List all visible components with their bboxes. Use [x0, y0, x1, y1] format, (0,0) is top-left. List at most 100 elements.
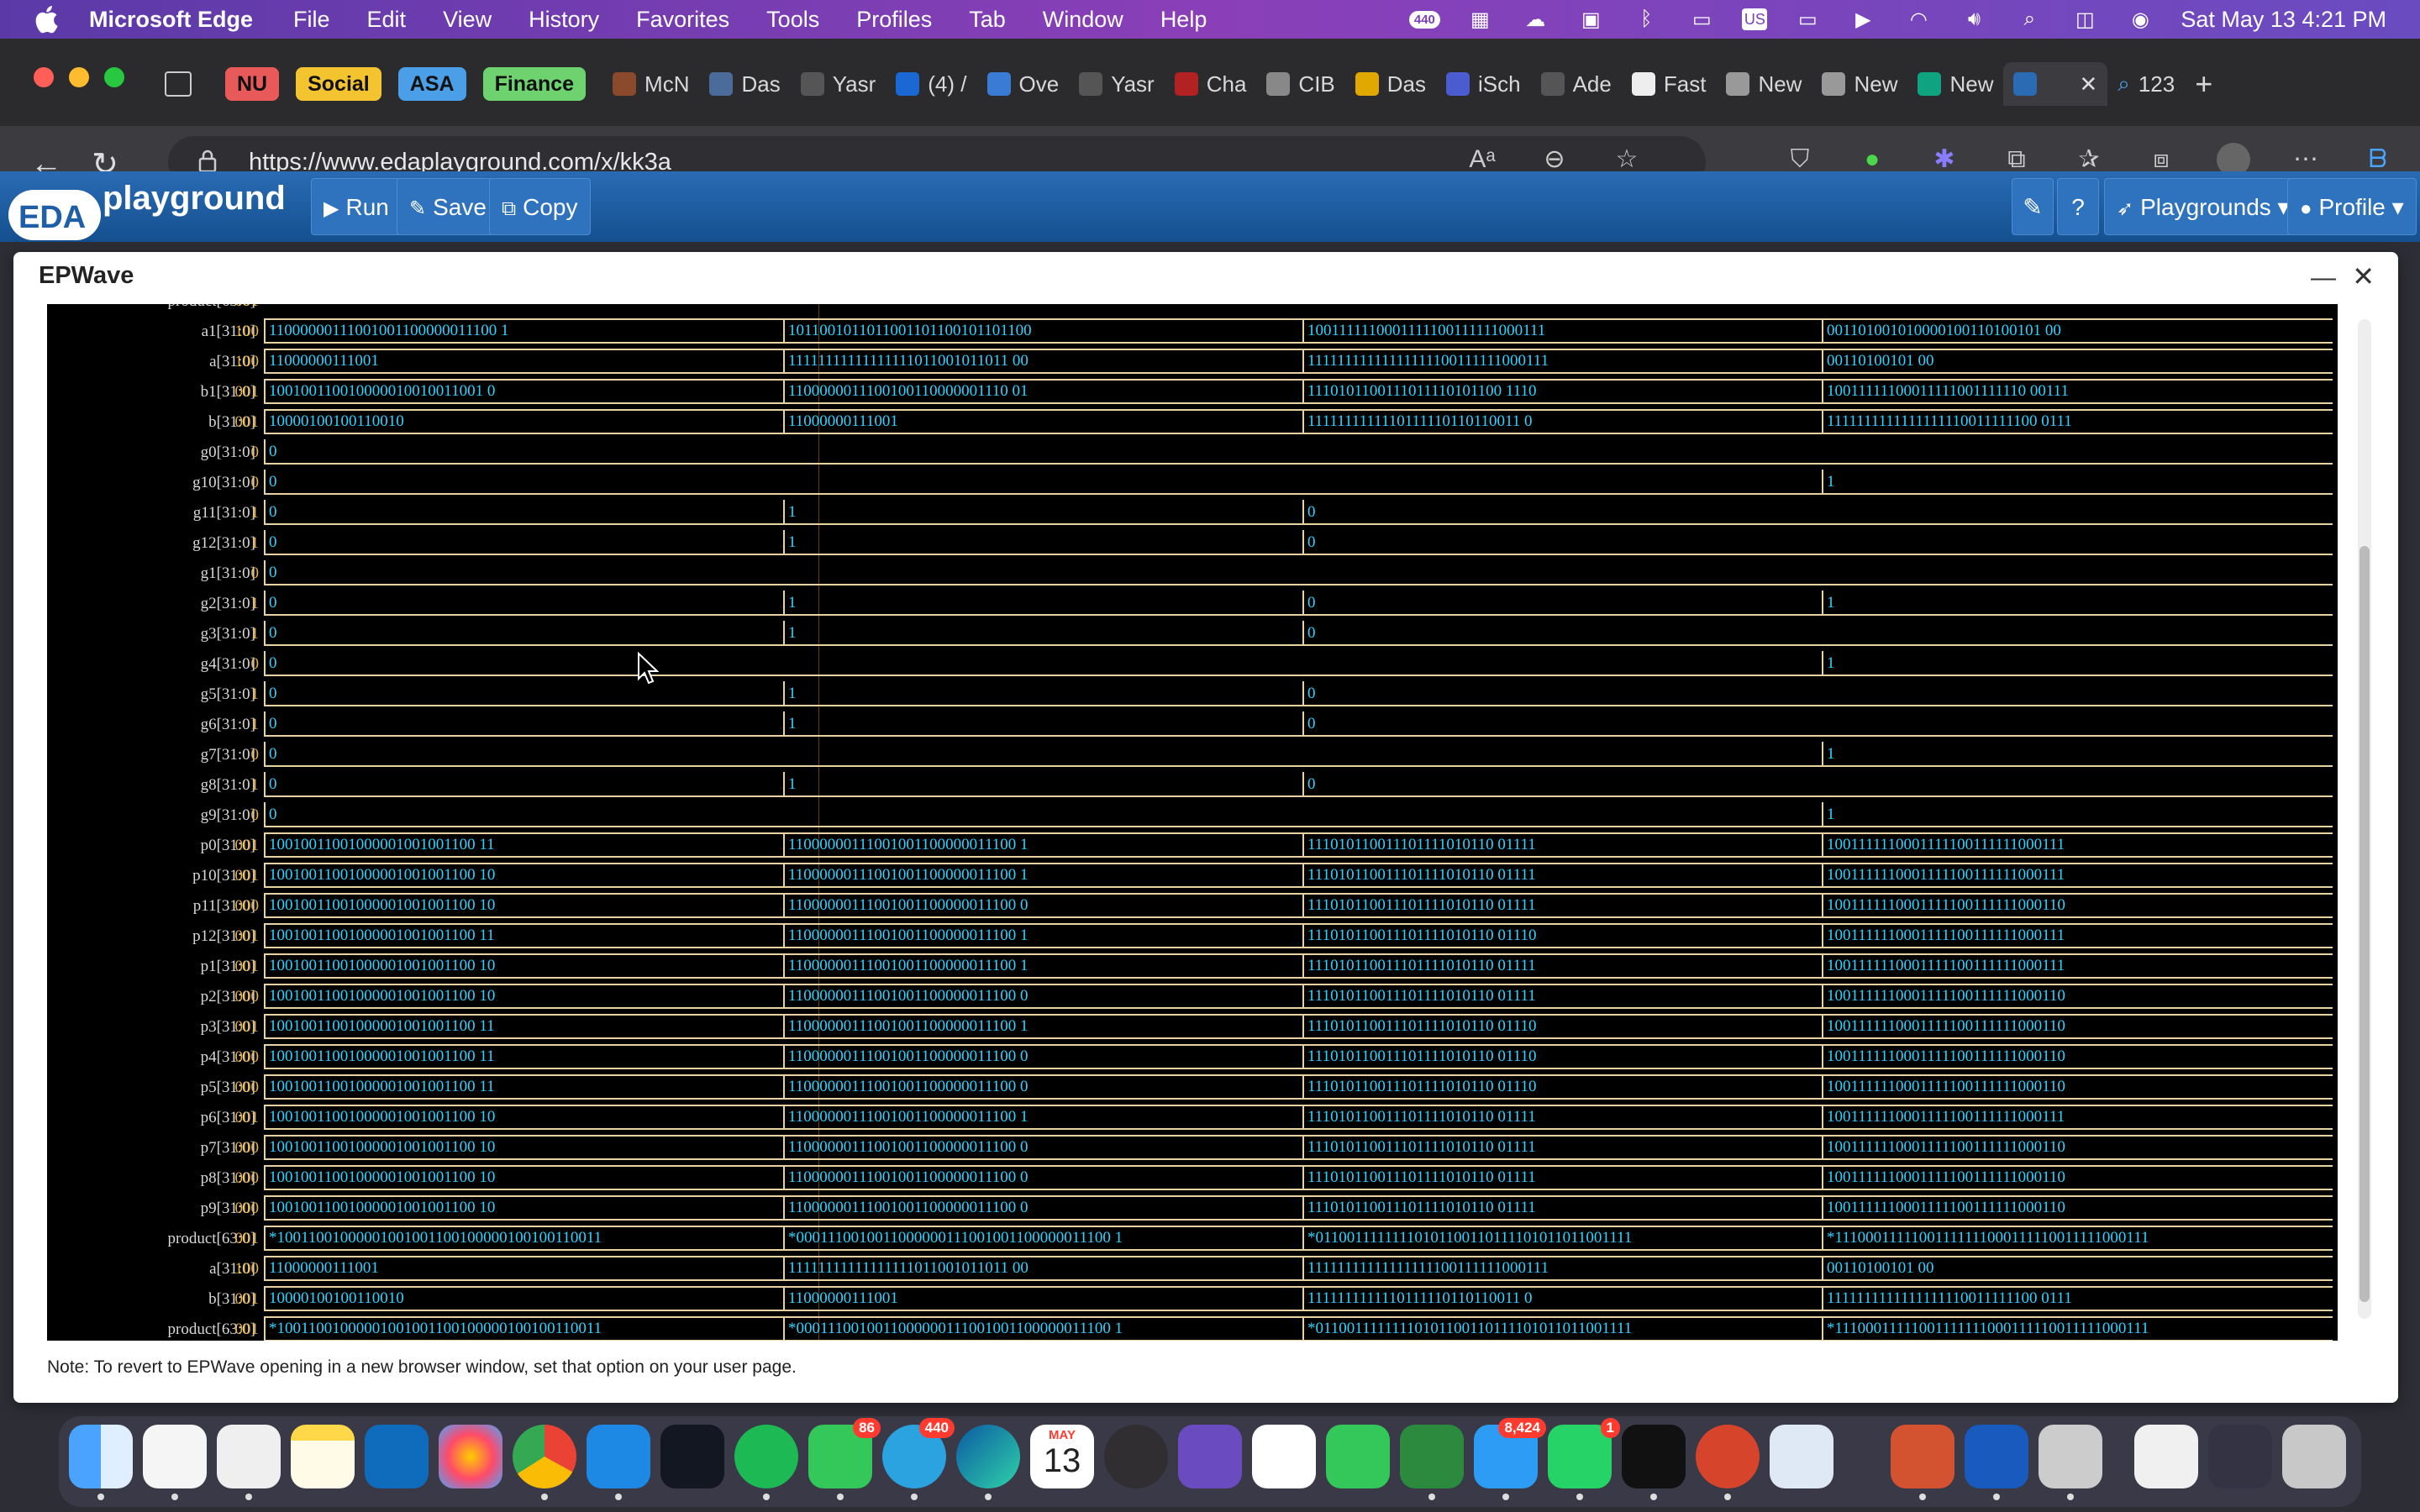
new-tab-button[interactable]: + — [2185, 62, 2223, 106]
menu-tab[interactable]: Tab — [969, 7, 1006, 33]
dock-telegram-icon[interactable]: 440 — [882, 1418, 955, 1500]
control-center-icon[interactable]: ◫ — [2070, 7, 2100, 32]
tab-group-finance[interactable]: Finance — [482, 67, 587, 101]
wave-row[interactable]: p7[31:0] 000 10010011001000001001001100 10… — [47, 1132, 2338, 1163]
dock-recent-file-icon[interactable] — [2134, 1425, 2198, 1488]
window-close-button[interactable] — [34, 67, 54, 87]
dock-word-icon[interactable] — [1965, 1425, 2028, 1500]
dock-disk-utility-icon[interactable] — [2039, 1425, 2102, 1500]
dock-chrome-icon[interactable] — [513, 1425, 576, 1500]
dock-textedit-icon[interactable] — [217, 1425, 281, 1500]
signal-trace[interactable]: 010 — [264, 530, 2333, 555]
play-icon[interactable]: ▶ — [1848, 7, 1878, 32]
browser-tab[interactable]: (4) / — [886, 62, 976, 106]
signal-trace[interactable]: 10010011001000001001001100 10 11000000111… — [264, 1105, 2333, 1130]
volume-icon[interactable]: 🔊︎ — [1959, 7, 1989, 32]
dock-tradingview-icon[interactable] — [660, 1425, 724, 1488]
browser-tab[interactable]: New — [1812, 62, 1907, 106]
wave-row[interactable]: p6[31:0] 001 10010011001000001001001100 10… — [47, 1102, 2338, 1132]
signal-trace[interactable]: 10010011001000001001001100 10 11000000111… — [264, 893, 2333, 918]
browser-tab-active[interactable]: ✕ — [2003, 62, 2108, 106]
wifi-icon[interactable]: ◠ — [1903, 7, 1933, 32]
wave-row[interactable]: b1[31:0] 001 100100110010000010010011001 0… — [47, 376, 2338, 407]
signal-trace[interactable]: 10010011001000001001001100 10 11000000111… — [264, 984, 2333, 1009]
dock-notes-icon[interactable] — [291, 1425, 355, 1488]
browser-tab[interactable]: CIB — [1256, 62, 1344, 106]
wave-row[interactable]: p11[31:0] 000 10010011001000001001001100 1… — [47, 890, 2338, 921]
save-button[interactable]: ✎ Save — [397, 178, 499, 235]
signal-trace[interactable]: 11000000111001 11111111111111111011001011… — [264, 1256, 2333, 1281]
signal-trace[interactable]: 010 — [264, 772, 2333, 797]
menu-view[interactable]: View — [443, 7, 492, 33]
vpn-icon[interactable]: ▣ — [1576, 7, 1606, 32]
wave-row[interactable]: b[31:0] 001 10000100100110010 1100000011100… — [47, 407, 2338, 437]
signal-trace[interactable]: 010 — [264, 711, 2333, 737]
browser-tab[interactable]: Yasr — [791, 62, 886, 106]
signal-trace[interactable]: *100110010000010010011001000001001001100… — [264, 1316, 2333, 1341]
dock-reminders-icon[interactable] — [143, 1425, 207, 1500]
edit-profile-button[interactable]: ✎ — [2012, 178, 2054, 235]
tab-group-nu[interactable]: NU — [225, 67, 280, 101]
wave-row[interactable]: g2[31:0] 1 0 1 0 1 — [47, 588, 2338, 618]
browser-tab[interactable]: iSch — [1436, 62, 1531, 106]
wave-row[interactable]: product[63:0] 001 *10011001000001001001100… — [47, 1314, 2338, 1341]
signal-trace[interactable]: 01 — [264, 470, 2333, 495]
dock-activity-monitor-icon[interactable] — [1622, 1425, 1686, 1500]
dock-trash-icon[interactable] — [2282, 1425, 2346, 1488]
minimize-icon[interactable]: — — [2311, 264, 2336, 292]
wave-row[interactable]: p5[31:0] 000 10010011001000001001001100 11… — [47, 1072, 2338, 1102]
wave-row[interactable]: g0[31:0] 0 0 — [47, 437, 2338, 467]
keyboard-us-icon[interactable]: US — [1742, 8, 1768, 30]
dock-capcut-icon[interactable] — [1252, 1425, 1316, 1488]
signal-trace[interactable]: 10000100100110010 11000000111001 111111111… — [264, 1286, 2333, 1311]
copy-button[interactable]: ⧉ Copy — [489, 178, 591, 235]
browser-tab[interactable]: Das — [699, 62, 790, 106]
tab-group-asa[interactable]: ASA — [397, 67, 466, 101]
spotlight-search-icon[interactable]: ⌕ — [2014, 7, 2044, 32]
browser-tab[interactable]: Cha — [1165, 62, 1257, 106]
signal-trace[interactable]: 010 — [264, 681, 2333, 706]
browser-tab[interactable]: ⌕ 123 — [2107, 62, 2185, 106]
browser-tab[interactable]: New — [1907, 62, 2003, 106]
browser-tab[interactable]: Yasr — [1069, 62, 1165, 106]
wave-row[interactable]: g7[31:0] 0 0 1 — [47, 739, 2338, 769]
menu-window[interactable]: Window — [1043, 7, 1123, 33]
wave-row[interactable]: p0[31:0] 001 10010011001000001001001100 11… — [47, 830, 2338, 860]
wave-row[interactable]: g6[31:0] 1 0 1 0 — [47, 709, 2338, 739]
close-icon[interactable]: ✕ — [2352, 260, 2375, 292]
wave-row[interactable]: g12[31:0] 1 0 1 0 — [47, 528, 2338, 558]
signal-trace[interactable]: 10010011001000001001001100 11 11000000111… — [264, 1044, 2333, 1069]
dock-spotify-icon[interactable] — [734, 1425, 798, 1500]
dock-obs-icon[interactable] — [1104, 1425, 1168, 1488]
lock-icon[interactable] — [198, 150, 217, 173]
signal-trace[interactable]: 11000000111001001100000011100 1 101100101… — [264, 318, 2333, 344]
menu-tools[interactable]: Tools — [766, 7, 819, 33]
menu-history[interactable]: History — [529, 7, 599, 33]
wave-row[interactable]: g5[31:0] 1 0 1 0 — [47, 679, 2338, 709]
eda-playground-logo[interactable]: EDA playground — [8, 175, 286, 240]
browser-tab[interactable]: Ade — [1531, 62, 1622, 106]
help-button[interactable]: ? — [2057, 178, 2099, 235]
signal-trace[interactable]: 10010011001000001001001100 10 11000000111… — [264, 1165, 2333, 1190]
dock-edge-icon[interactable] — [956, 1425, 1020, 1500]
wave-row[interactable]: a[31:0] 100 11000000111001 1111111111111111… — [47, 346, 2338, 376]
signal-trace[interactable]: 01 — [264, 742, 2333, 767]
waveform-viewer[interactable]: product[63:0]001a1[31:0]1001100000011100… — [47, 304, 2338, 1341]
wave-row[interactable]: g10[31:0] 0 0 1 — [47, 467, 2338, 497]
browser-tab[interactable]: New — [1716, 62, 1812, 106]
cloud-icon[interactable]: ☁ — [1520, 7, 1550, 32]
signal-trace[interactable]: 10010011001000001001001100 11 11000000111… — [264, 923, 2333, 948]
menu-favorites[interactable]: Favorites — [636, 7, 729, 33]
wave-row[interactable]: p3[31:0] 001 10010011001000001001001100 11… — [47, 1011, 2338, 1042]
wave-row[interactable]: p1[31:0] 001 10010011001000001001001100 10… — [47, 951, 2338, 981]
browser-tab[interactable]: Das — [1345, 62, 1436, 106]
dock-finder-icon[interactable] — [69, 1425, 133, 1500]
menu-help[interactable]: Help — [1160, 7, 1207, 33]
wave-row[interactable]: p9[31:0] 000 10010011001000001001001100 10… — [47, 1193, 2338, 1223]
display-icon[interactable]: ▭ — [1686, 7, 1717, 32]
tab-close-icon[interactable]: ✕ — [2079, 71, 2097, 97]
dock-whatsapp-icon[interactable]: 1 — [1548, 1418, 1620, 1500]
wave-row[interactable]: g8[31:0] 1 0 1 0 — [47, 769, 2338, 800]
wave-row[interactable]: g3[31:0] 1 0 1 0 — [47, 618, 2338, 648]
wave-row[interactable]: p4[31:0] 000 10010011001000001001001100 11… — [47, 1042, 2338, 1072]
